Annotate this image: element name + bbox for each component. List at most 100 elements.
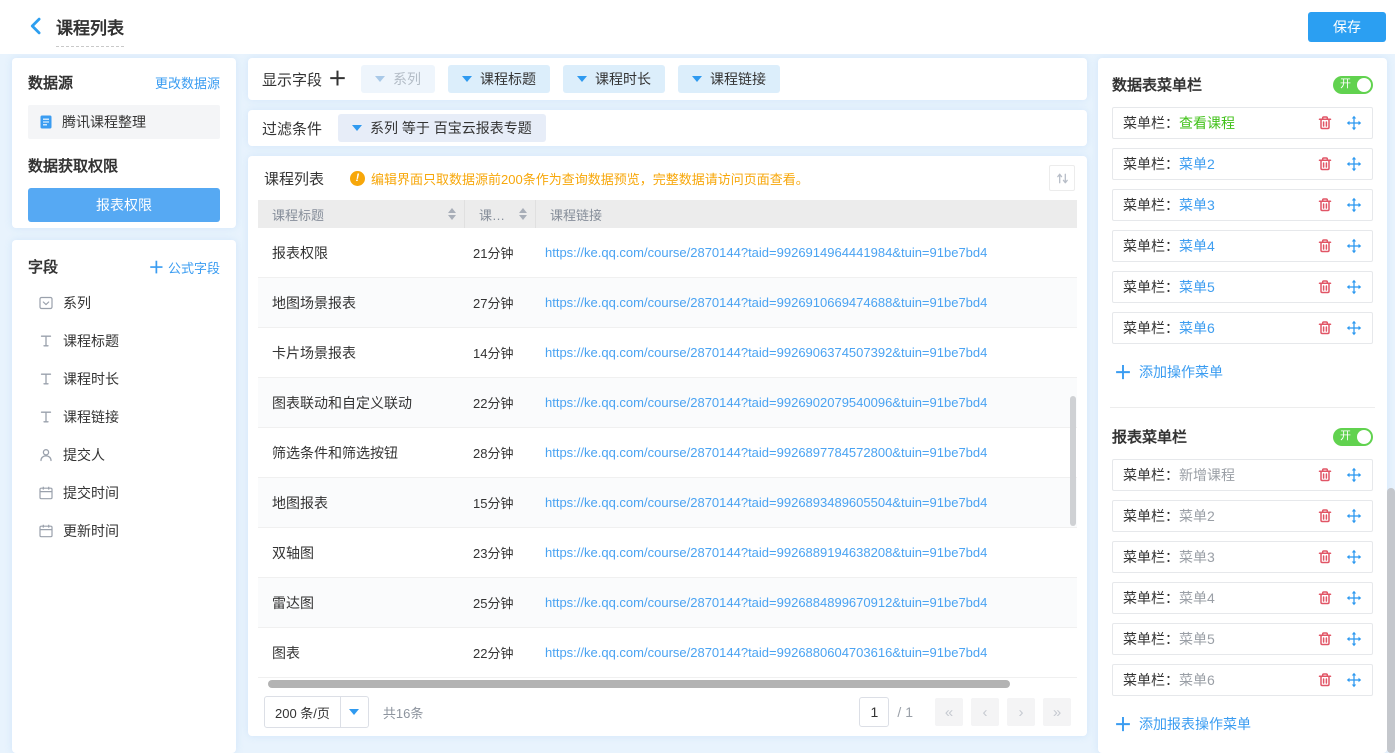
- display-field-tag[interactable]: 课程时长: [563, 65, 665, 93]
- menu-item[interactable]: 菜单栏：菜单3: [1112, 541, 1373, 573]
- course-link[interactable]: https://ke.qq.com/course/2870144?taid=99…: [545, 545, 987, 560]
- filter-bar: 过滤条件 系列 等于 百宝云报表专题: [248, 110, 1087, 146]
- move-icon[interactable]: [1346, 156, 1362, 172]
- trash-icon[interactable]: [1317, 590, 1333, 606]
- course-link-cell: https://ke.qq.com/course/2870144?taid=99…: [536, 328, 1077, 377]
- trash-icon[interactable]: [1317, 467, 1333, 483]
- move-icon[interactable]: [1346, 197, 1362, 213]
- menu-item[interactable]: 菜单栏：菜单6: [1112, 312, 1373, 344]
- field-item[interactable]: 系列: [28, 284, 220, 322]
- save-button[interactable]: 保存: [1308, 12, 1386, 42]
- menu-item[interactable]: 菜单栏：菜单5: [1112, 623, 1373, 655]
- first-page-button[interactable]: «: [935, 698, 963, 726]
- plus-icon: ＋: [148, 260, 164, 277]
- menu-section-title: 报表菜单栏: [1112, 426, 1187, 447]
- caret-down-icon: [340, 697, 368, 727]
- prev-page-button[interactable]: ‹: [971, 698, 999, 726]
- add-menu-link[interactable]: ＋添加报表操作菜单: [1114, 711, 1251, 737]
- course-link[interactable]: https://ke.qq.com/course/2870144?taid=99…: [545, 595, 987, 610]
- trash-icon[interactable]: [1317, 631, 1333, 647]
- trash-icon[interactable]: [1317, 197, 1333, 213]
- course-link-cell: https://ke.qq.com/course/2870144?taid=99…: [536, 528, 1077, 577]
- add-formula-field-link[interactable]: ＋ 公式字段: [148, 254, 220, 278]
- move-icon[interactable]: [1346, 672, 1362, 688]
- move-icon[interactable]: [1346, 508, 1362, 524]
- column-header[interactable]: 课程标题: [258, 200, 465, 228]
- trash-icon[interactable]: [1317, 156, 1333, 172]
- display-field-tag[interactable]: 课程标题: [448, 65, 550, 93]
- menu-item[interactable]: 菜单栏：菜单3: [1112, 189, 1373, 221]
- menu-item[interactable]: 菜单栏：菜单2: [1112, 148, 1373, 180]
- display-field-tag[interactable]: 课程链接: [678, 65, 780, 93]
- trash-icon[interactable]: [1317, 279, 1333, 295]
- field-label: 提交时间: [63, 483, 119, 503]
- display-field-tag[interactable]: 系列: [361, 65, 435, 93]
- menu-item[interactable]: 菜单栏：菜单4: [1112, 230, 1373, 262]
- toggle-switch[interactable]: 开: [1333, 428, 1373, 446]
- table-row: 双轴图 23分钟 https://ke.qq.com/course/287014…: [258, 528, 1077, 578]
- page-scrollbar-thumb[interactable]: [1387, 488, 1395, 753]
- table-vertical-scrollbar-thumb[interactable]: [1070, 396, 1076, 526]
- sort-arrows-icon[interactable]: [519, 208, 527, 220]
- trash-icon[interactable]: [1317, 672, 1333, 688]
- trash-icon[interactable]: [1317, 320, 1333, 336]
- menu-item[interactable]: 菜单栏：查看课程: [1112, 107, 1373, 139]
- datasource-item[interactable]: 腾讯课程整理: [28, 105, 220, 139]
- course-link-cell: https://ke.qq.com/course/2870144?taid=99…: [536, 278, 1077, 327]
- toggle-switch[interactable]: 开: [1333, 76, 1373, 94]
- filter-condition-tag[interactable]: 系列 等于 百宝云报表专题: [338, 114, 546, 142]
- course-link-cell: https://ke.qq.com/course/2870144?taid=99…: [536, 628, 1077, 677]
- move-icon[interactable]: [1346, 549, 1362, 565]
- move-icon[interactable]: [1346, 279, 1362, 295]
- last-page-button[interactable]: »: [1043, 698, 1071, 726]
- menu-item[interactable]: 菜单栏：菜单4: [1112, 582, 1373, 614]
- field-item[interactable]: 课程链接: [28, 398, 220, 436]
- sort-arrows-icon[interactable]: [448, 208, 456, 220]
- move-icon[interactable]: [1346, 320, 1362, 336]
- move-icon[interactable]: [1346, 238, 1362, 254]
- add-menu-link[interactable]: ＋添加操作菜单: [1114, 359, 1223, 385]
- course-duration-cell: 15分钟: [465, 478, 536, 527]
- table-row: 雷达图 25分钟 https://ke.qq.com/course/287014…: [258, 578, 1077, 628]
- move-icon[interactable]: [1346, 115, 1362, 131]
- field-item[interactable]: 课程时长: [28, 360, 220, 398]
- horizontal-scrollbar-thumb[interactable]: [268, 680, 1010, 688]
- course-link[interactable]: https://ke.qq.com/course/2870144?taid=99…: [545, 295, 987, 310]
- back-icon[interactable]: [26, 16, 46, 36]
- trash-icon[interactable]: [1317, 238, 1333, 254]
- field-item[interactable]: 提交人: [28, 436, 220, 474]
- text-icon: [38, 333, 54, 349]
- column-header[interactable]: 课程...: [465, 200, 536, 228]
- column-header[interactable]: 课程链接: [536, 200, 1077, 228]
- report-permission-button[interactable]: 报表权限: [28, 188, 220, 222]
- sort-order-icon[interactable]: [1049, 165, 1075, 191]
- page-size-select[interactable]: 200 条/页: [264, 696, 369, 728]
- field-item[interactable]: 更新时间: [28, 512, 220, 550]
- page-number-input[interactable]: 1: [859, 697, 889, 727]
- calendar-icon: [38, 485, 54, 501]
- course-link[interactable]: https://ke.qq.com/course/2870144?taid=99…: [545, 495, 987, 510]
- trash-icon[interactable]: [1317, 508, 1333, 524]
- menu-item[interactable]: 菜单栏：菜单6: [1112, 664, 1373, 696]
- move-icon[interactable]: [1346, 467, 1362, 483]
- change-datasource-link[interactable]: 更改数据源: [155, 73, 220, 92]
- menu-item[interactable]: 菜单栏：新增课程: [1112, 459, 1373, 491]
- course-link[interactable]: https://ke.qq.com/course/2870144?taid=99…: [545, 645, 987, 660]
- course-duration-cell: 21分钟: [465, 228, 536, 277]
- move-icon[interactable]: [1346, 631, 1362, 647]
- add-display-field-button[interactable]: ＋: [328, 70, 347, 89]
- field-item[interactable]: 提交时间: [28, 474, 220, 512]
- course-link[interactable]: https://ke.qq.com/course/2870144?taid=99…: [545, 345, 987, 360]
- menu-item[interactable]: 菜单栏：菜单5: [1112, 271, 1373, 303]
- move-icon[interactable]: [1346, 590, 1362, 606]
- field-label: 课程时长: [63, 369, 119, 389]
- next-page-button[interactable]: ›: [1007, 698, 1035, 726]
- course-link[interactable]: https://ke.qq.com/course/2870144?taid=99…: [545, 245, 987, 260]
- trash-icon[interactable]: [1317, 115, 1333, 131]
- trash-icon[interactable]: [1317, 549, 1333, 565]
- field-item[interactable]: 课程标题: [28, 322, 220, 360]
- course-link[interactable]: https://ke.qq.com/course/2870144?taid=99…: [545, 395, 987, 410]
- course-link[interactable]: https://ke.qq.com/course/2870144?taid=99…: [545, 445, 987, 460]
- display-fields-bar: 显示字段 ＋ 系列 课程标题 课程时长 课程链接: [248, 58, 1087, 100]
- menu-item[interactable]: 菜单栏：菜单2: [1112, 500, 1373, 532]
